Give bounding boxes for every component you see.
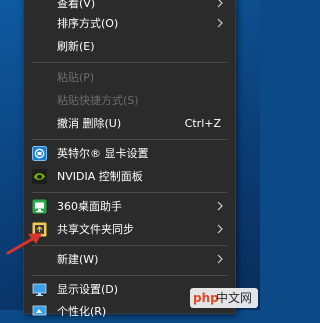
chevron-right-icon: [217, 18, 223, 28]
menu-item-label: NVIDIA 控制面板: [57, 170, 143, 183]
menu-item-sort-by[interactable]: 排序方式(O): [24, 13, 235, 35]
menu-separator: [32, 139, 227, 140]
menu-item-paste-shortcut[interactable]: 粘贴快捷方式(S): [24, 90, 235, 112]
menu-item-intel-graphics[interactable]: 英特尔® 显卡设置: [24, 143, 235, 165]
menu-item-label: 新建(W): [57, 253, 99, 266]
php-logo-icon: php: [193, 291, 219, 305]
menu-item-paste[interactable]: 粘贴(P): [24, 67, 235, 89]
menu-item-label: 英特尔® 显卡设置: [57, 147, 149, 160]
menu-item-label: 排序方式(O): [57, 17, 119, 30]
chevron-right-icon: [217, 0, 223, 8]
menu-separator: [32, 245, 227, 246]
nvidia-icon: [32, 169, 47, 184]
display-settings-icon: [32, 283, 47, 296]
watermark: php 中文网: [190, 288, 258, 308]
menu-item-label: 个性化(R): [57, 305, 107, 318]
personalize-icon: [32, 305, 47, 316]
menu-separator: [32, 275, 227, 276]
menu-separator: [32, 62, 227, 63]
menu-item-label: 显示设置(D): [57, 283, 119, 296]
menu-item-label: 查看(V): [57, 0, 96, 10]
menu-item-label: 粘贴快捷方式(S): [57, 94, 139, 107]
menu-item-undo-delete[interactable]: 撤消 删除(U) Ctrl+Z: [24, 113, 235, 135]
chevron-right-icon: [217, 254, 223, 264]
menu-item-folder-sync[interactable]: 共享文件夹同步: [24, 219, 235, 241]
intel-graphics-icon: [32, 146, 47, 161]
menu-item-label: 粘贴(P): [57, 71, 95, 84]
menu-item-new[interactable]: 新建(W): [24, 249, 235, 271]
context-menu: 查看(V) 排序方式(O) 刷新(E) 粘贴(P) 粘贴快捷方式(S) 撤消 删…: [23, 0, 236, 318]
menu-item-label: 360桌面助手: [57, 200, 122, 213]
annotation-arrow-icon: [6, 233, 42, 255]
menu-item-refresh[interactable]: 刷新(E): [24, 36, 235, 58]
menu-item-360-desktop[interactable]: 360桌面助手: [24, 196, 235, 218]
menu-separator: [32, 192, 227, 193]
chevron-right-icon: [217, 201, 223, 211]
menu-item-label: 共享文件夹同步: [57, 223, 134, 236]
menu-item-label: 刷新(E): [57, 40, 95, 53]
360-desktop-icon: [32, 199, 47, 214]
menu-item-shortcut: Ctrl+Z: [184, 117, 221, 130]
watermark-text: 中文网: [216, 291, 253, 305]
chevron-right-icon: [217, 224, 223, 234]
menu-item-label: 撤消 删除(U): [57, 117, 122, 130]
menu-item-nvidia-control-panel[interactable]: NVIDIA 控制面板: [24, 166, 235, 188]
